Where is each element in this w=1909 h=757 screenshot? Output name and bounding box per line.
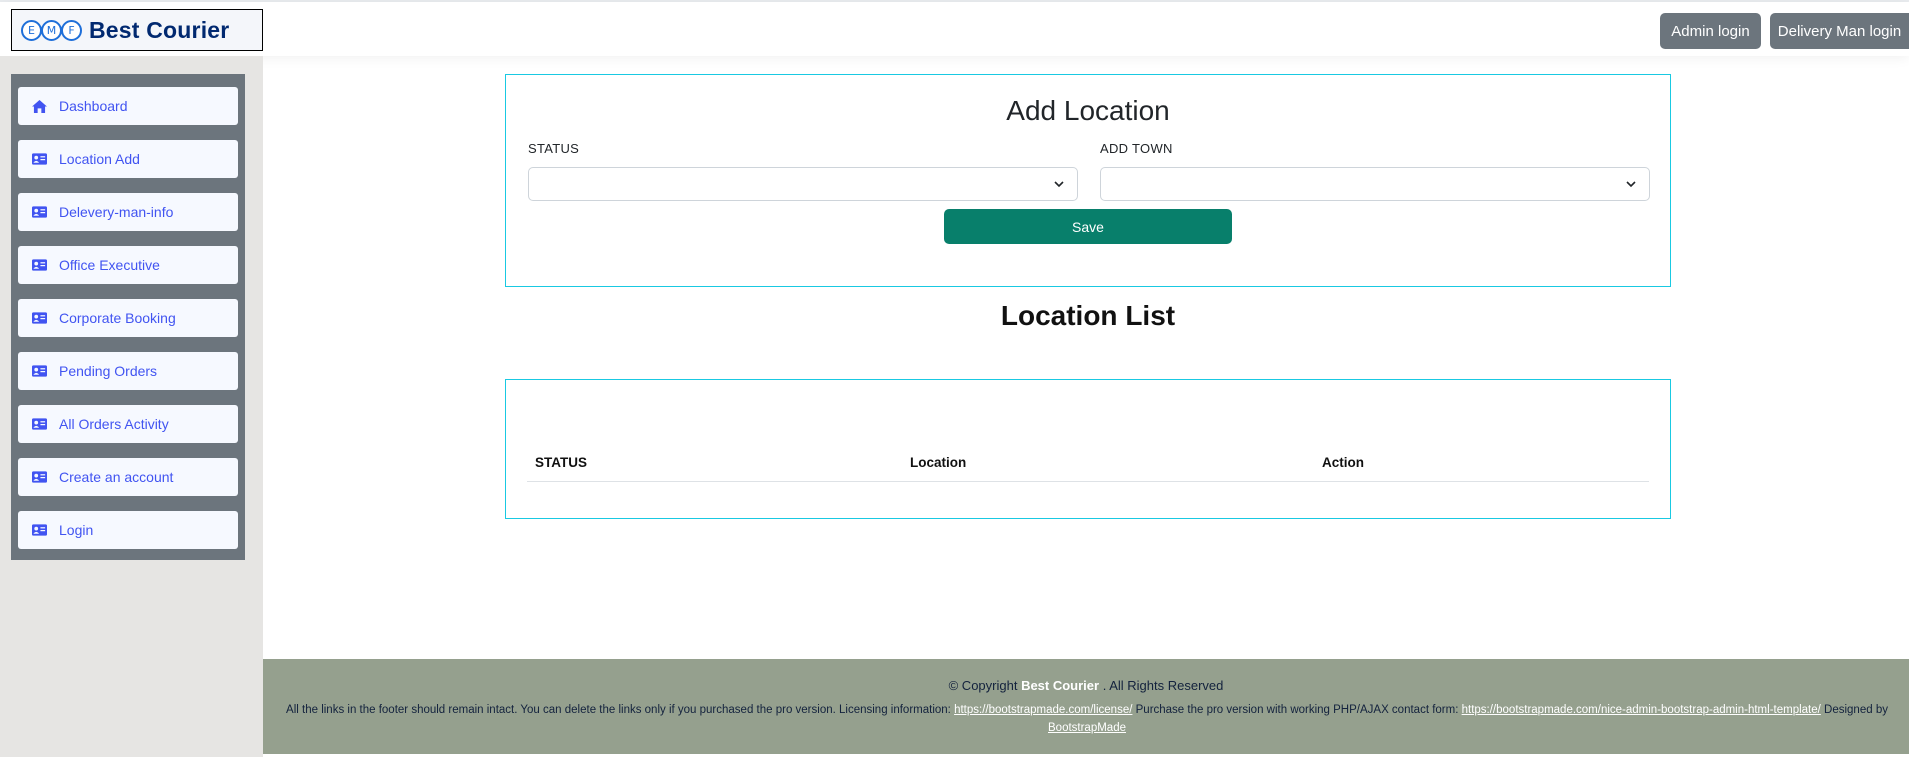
brand-name: Best Courier (89, 16, 230, 43)
logo-letter-m: M (41, 19, 62, 41)
id-card-icon (32, 365, 47, 378)
column-header-location: Location (910, 455, 967, 470)
id-card-icon (32, 524, 47, 537)
template-link[interactable]: https://bootstrapmade.com/nice-admin-boo… (1462, 704, 1821, 716)
location-list-title: Location List (1000, 300, 1176, 331)
id-card-icon (32, 418, 47, 431)
credits-designed-by: Designed by (1824, 704, 1888, 716)
column-header-status: STATUS (535, 455, 587, 470)
credits-purchase-text: Purchase the pro version with working PH… (1135, 704, 1459, 716)
id-card-icon (32, 153, 47, 166)
add-location-card: Add Location STATUS ADD TOWN Save (505, 74, 1671, 287)
copyright-suffix: . All Rights Reserved (1102, 678, 1224, 693)
sidebar-item-corporate-booking[interactable]: Corporate Booking (18, 299, 238, 337)
footer: © Copyright Best Courier . All Rights Re… (263, 659, 1909, 754)
sidebar-item-label: Location Add (59, 151, 140, 167)
sidebar-item-all-orders-activity[interactable]: All Orders Activity (18, 405, 238, 443)
emf-logo-icon: E M F (21, 19, 82, 41)
sidebar-item-login[interactable]: Login (18, 511, 238, 549)
house-icon (32, 99, 47, 113)
id-card-icon (32, 471, 47, 484)
id-card-icon (32, 312, 47, 325)
sidebar: Dashboard Location Add Delevery-man-info… (11, 74, 245, 560)
sidebar-item-create-account[interactable]: Create an account (18, 458, 238, 496)
status-select[interactable] (528, 167, 1078, 201)
column-header-action: Action (1322, 455, 1364, 470)
top-header: E M F Best Courier Admin login Delivery … (0, 2, 1909, 56)
sidebar-item-delevery-man-info[interactable]: Delevery-man-info (18, 193, 238, 231)
credits-text: All the links in the footer should remai… (265, 701, 1909, 737)
credits-licensing-text: All the links in the footer should remai… (286, 704, 951, 716)
brand-logo[interactable]: E M F Best Courier (11, 9, 263, 51)
sidebar-item-label: Delevery-man-info (59, 204, 174, 220)
chevron-down-icon (1626, 181, 1636, 188)
sidebar-item-label: Create an account (59, 469, 174, 485)
delivery-man-login-button[interactable]: Delivery Man login (1770, 13, 1909, 49)
id-card-icon (32, 206, 47, 219)
sidebar-item-pending-orders[interactable]: Pending Orders (18, 352, 238, 390)
license-link[interactable]: https://bootstrapmade.com/license/ (954, 704, 1132, 716)
logo-letter-f: F (61, 19, 82, 41)
table-header-divider (527, 481, 1649, 482)
add-location-title: Add Location (1006, 95, 1170, 126)
sidebar-item-office-executive[interactable]: Office Executive (18, 246, 238, 284)
location-list-card: STATUS Location Action (505, 379, 1671, 519)
sidebar-item-label: Office Executive (59, 257, 160, 273)
id-card-icon (32, 259, 47, 272)
sidebar-item-label: Corporate Booking (59, 310, 176, 326)
admin-login-button[interactable]: Admin login (1660, 13, 1761, 49)
sidebar-item-label: Dashboard (59, 98, 128, 114)
sidebar-item-label: Pending Orders (59, 363, 158, 379)
copyright-brand: Best Courier (1021, 678, 1100, 693)
add-town-select[interactable] (1100, 167, 1650, 201)
bootstrapmade-link[interactable]: BootstrapMade (1048, 722, 1126, 734)
logo-letter-e: E (21, 19, 42, 41)
add-town-label: ADD TOWN (1100, 141, 1173, 156)
sidebar-item-label: Login (59, 522, 94, 538)
sidebar-item-location-add[interactable]: Location Add (18, 140, 238, 178)
copyright-prefix: © Copyright (948, 678, 1018, 693)
status-label: STATUS (528, 141, 580, 156)
chevron-down-icon (1054, 181, 1064, 188)
sidebar-item-label: All Orders Activity (59, 416, 169, 432)
save-button[interactable]: Save (944, 209, 1232, 244)
sidebar-item-dashboard[interactable]: Dashboard (18, 87, 238, 125)
copyright-text: © Copyright Best Courier . All Rights Re… (263, 678, 1909, 693)
